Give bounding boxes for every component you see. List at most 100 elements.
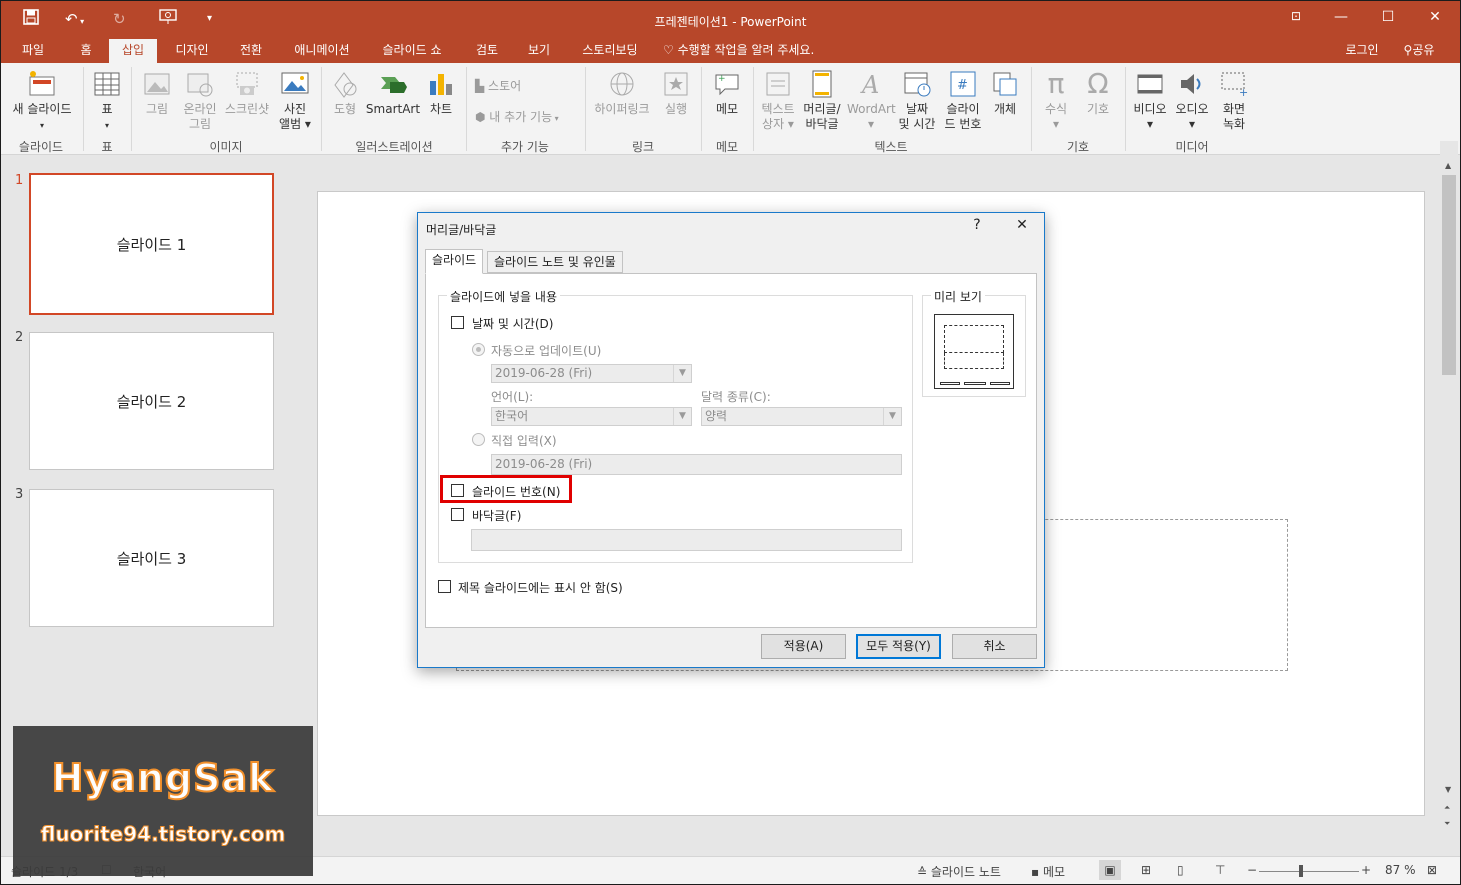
- language-select[interactable]: 한국어 ▼: [491, 407, 692, 426]
- header-footer-label: 머리글/: [803, 102, 841, 116]
- apply-all-button[interactable]: 모두 적용(Y): [856, 634, 941, 659]
- equation-button[interactable]: π 수식 ▾: [1037, 69, 1075, 132]
- picture-button[interactable]: 그림: [137, 69, 177, 117]
- audio-button[interactable]: 오디오 ▾: [1171, 69, 1213, 132]
- minimize-button[interactable]: —: [1326, 9, 1356, 25]
- zoom-out-icon[interactable]: −: [1247, 863, 1257, 877]
- slide-thumbnail-title: 슬라이드 2: [116, 392, 187, 411]
- footer-input[interactable]: [471, 529, 902, 551]
- video-button[interactable]: 비디오 ▾: [1129, 69, 1171, 132]
- new-slide-button[interactable]: 새 슬라이드 ▾: [7, 69, 77, 133]
- tab-review[interactable]: 검토: [465, 39, 509, 63]
- next-slide-icon[interactable]: ⏷: [1444, 819, 1450, 829]
- date-time-checkbox[interactable]: [451, 316, 464, 329]
- auto-update-radio[interactable]: [472, 343, 485, 356]
- photo-album-button[interactable]: 사진 앨범 ▾: [274, 69, 316, 132]
- textbox-button[interactable]: 텍스트 상자 ▾: [757, 69, 799, 132]
- hyperlink-button[interactable]: 하이퍼링크: [591, 69, 653, 117]
- symbol-button[interactable]: Ω 기호: [1079, 69, 1117, 117]
- tab-storyboarding[interactable]: 스토리보딩: [571, 39, 649, 63]
- tab-slide[interactable]: 슬라이드: [425, 249, 484, 274]
- store-button[interactable]: ▙ 스토어: [475, 77, 521, 94]
- calendar-select[interactable]: 양력 ▼: [701, 407, 902, 426]
- video-label-2: ▾: [1146, 117, 1154, 131]
- tab-design[interactable]: 디자인: [165, 39, 219, 63]
- fixed-date-input[interactable]: 2019-06-28 (Fri): [491, 454, 902, 475]
- wordart-button[interactable]: A WordArt ▾: [847, 69, 896, 132]
- zoom-level[interactable]: 87 %: [1385, 863, 1416, 877]
- table-button[interactable]: 표 ▾: [89, 69, 125, 133]
- slideshow-view-icon[interactable]: ⊤: [1215, 863, 1225, 877]
- wordart-icon: A: [860, 71, 879, 99]
- scrollbar-thumb[interactable]: [1442, 175, 1456, 375]
- smartart-button[interactable]: SmartArt: [365, 69, 421, 117]
- group-addins-label: 추가 기능: [501, 140, 549, 154]
- screen-recording-button[interactable]: + 화면 녹화: [1213, 69, 1255, 132]
- header-footer-button[interactable]: 머리글/바닥글: [799, 69, 845, 132]
- my-addins-button[interactable]: ⬢ 내 추가 기능 ▾: [475, 108, 559, 125]
- auto-date-select[interactable]: 2019-06-28 (Fri) ▼: [491, 364, 692, 383]
- sign-in-link[interactable]: 로그인: [1337, 39, 1387, 63]
- tell-me-label: 수행할 작업을 알려 주세요.: [677, 43, 815, 57]
- tell-me-search[interactable]: ♡ 수행할 작업을 알려 주세요.: [663, 39, 843, 63]
- dialog-close-button[interactable]: ✕: [1007, 217, 1037, 233]
- slide-number: 1: [15, 173, 24, 188]
- header-footer-icon: [812, 70, 832, 98]
- maximize-button[interactable]: ☐: [1373, 9, 1403, 25]
- online-picture-button[interactable]: 온라인 그림: [179, 69, 221, 132]
- comment-button[interactable]: + 메모: [707, 69, 747, 117]
- tab-file[interactable]: 파일: [11, 39, 55, 63]
- zoom-in-icon[interactable]: +: [1361, 863, 1371, 877]
- tab-animations[interactable]: 애니메이션: [283, 39, 361, 63]
- fixed-date-radio[interactable]: [472, 433, 485, 446]
- screenshot-button[interactable]: 스크린샷: [221, 69, 273, 117]
- group-separator: [83, 67, 84, 151]
- tab-slideshow[interactable]: 슬라이드 쇼: [371, 39, 453, 63]
- tab-notes-handouts[interactable]: 슬라이드 노트 및 유인물: [487, 251, 623, 273]
- group-separator: [1125, 67, 1126, 151]
- slide-number-button[interactable]: # 슬라이 드 번호: [941, 69, 985, 132]
- footer-label: 바닥글(F): [472, 509, 522, 523]
- dont-show-title-checkbox[interactable]: [438, 580, 451, 593]
- action-button[interactable]: 실행: [657, 69, 695, 117]
- slide-sorter-icon[interactable]: ⊞: [1141, 863, 1151, 877]
- group-links-label: 링크: [631, 140, 655, 154]
- tab-view[interactable]: 보기: [517, 39, 561, 63]
- tab-transitions[interactable]: 전환: [229, 39, 273, 63]
- zoom-slider-track[interactable]: [1259, 871, 1359, 872]
- fit-to-window-icon[interactable]: ⊠: [1427, 863, 1437, 877]
- date-time-button[interactable]: 날짜 및 시간: [895, 69, 939, 132]
- object-button[interactable]: 개체: [987, 69, 1023, 117]
- screen-recording-label: 화면: [1222, 102, 1246, 116]
- online-picture-label: 온라인: [183, 102, 217, 116]
- comments-toggle[interactable]: ▪ 메모: [1031, 863, 1065, 880]
- vertical-scrollbar[interactable]: ▲ ▼ ⏶ ⏷: [1440, 141, 1458, 856]
- share-button[interactable]: ⚲공유: [1393, 39, 1445, 63]
- scroll-down-arrow[interactable]: ▼: [1445, 785, 1451, 794]
- reading-view-icon[interactable]: ▯: [1177, 863, 1184, 877]
- chart-button[interactable]: 차트: [423, 69, 459, 117]
- tab-home[interactable]: 홈: [67, 39, 105, 63]
- help-button[interactable]: ?: [962, 217, 992, 233]
- apply-button[interactable]: 적용(A): [761, 634, 846, 659]
- zoom-slider-thumb[interactable]: [1299, 865, 1303, 877]
- ribbon-display-options-icon[interactable]: ⊡: [1281, 9, 1311, 23]
- scroll-up-arrow[interactable]: ▲: [1445, 161, 1451, 170]
- group-media-label: 미디어: [1175, 140, 1209, 154]
- footer-checkbox[interactable]: [451, 508, 464, 521]
- shapes-button[interactable]: 도형: [327, 69, 363, 117]
- cancel-button[interactable]: 취소: [952, 634, 1037, 659]
- watermark-overlay: HyangSak fluorite94.tistory.com: [13, 726, 313, 876]
- notes-toggle[interactable]: ≙ 슬라이드 노트: [917, 863, 1001, 880]
- slide-thumbnail[interactable]: 슬라이드 3: [29, 489, 274, 627]
- close-window-button[interactable]: ✕: [1420, 9, 1450, 25]
- addins-icon: ⬢: [475, 110, 490, 124]
- slide-thumbnail[interactable]: 슬라이드 1: [29, 173, 274, 315]
- chart-icon: [430, 74, 452, 95]
- title-bar: ↶ ▾ ↻ ▾ 프레젠테이션1 - PowerPoint ⊡ — ☐ ✕: [1, 1, 1460, 39]
- previous-slide-icon[interactable]: ⏶: [1444, 803, 1450, 813]
- normal-view-icon[interactable]: ▣: [1099, 860, 1121, 880]
- slide-thumbnail[interactable]: 슬라이드 2: [29, 332, 274, 470]
- tab-insert[interactable]: 삽입: [109, 39, 157, 63]
- dont-show-title-label: 제목 슬라이드에는 표시 안 함(S): [458, 581, 623, 595]
